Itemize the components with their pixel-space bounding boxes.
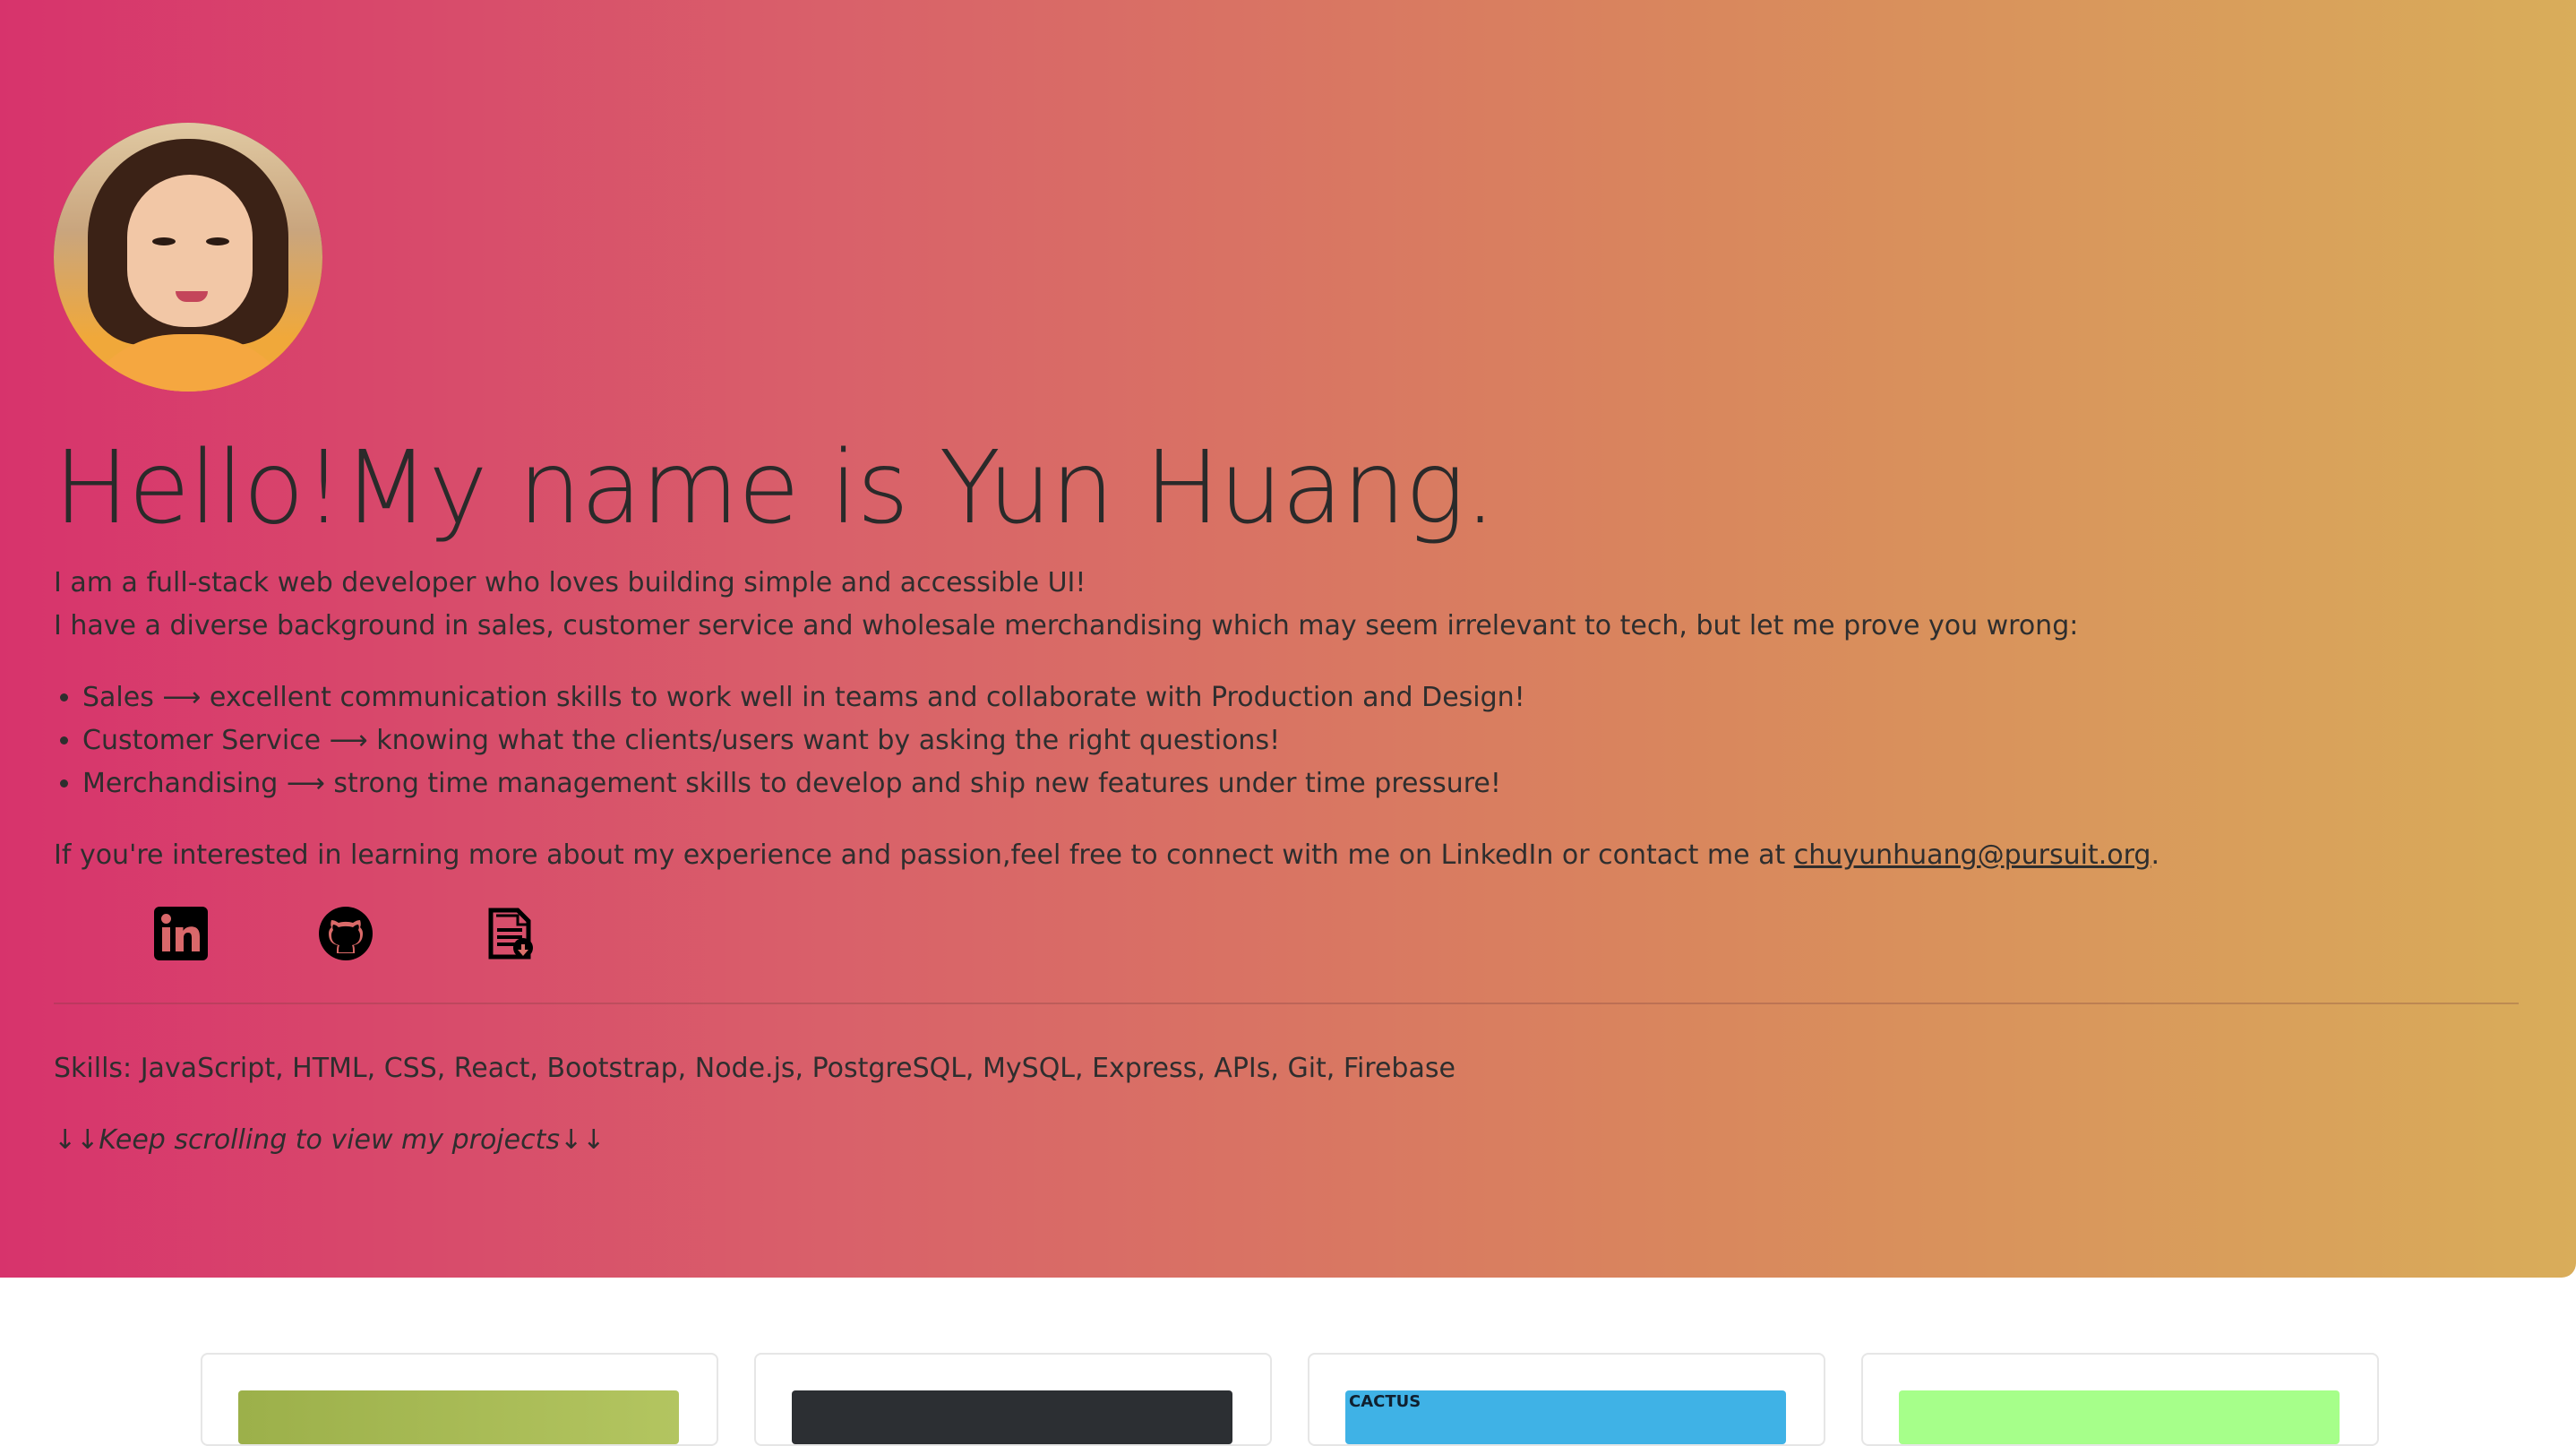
project-thumbnail <box>792 1390 1232 1444</box>
github-icon[interactable] <box>317 905 374 962</box>
intro-line-1: I am a full-stack web developer who love… <box>54 567 1086 598</box>
resume-icon[interactable] <box>482 905 539 962</box>
scroll-hint: ↓↓Keep scrolling to view my projects↓↓ <box>54 1124 605 1156</box>
list-item: Merchandising ⟶ strong time management s… <box>82 762 1525 805</box>
email-link[interactable]: chuyunhuang@pursuit.org <box>1794 839 2151 871</box>
project-thumbnail <box>1899 1390 2340 1444</box>
section-divider <box>54 1003 2519 1004</box>
project-card[interactable]: CACTUS <box>1308 1353 1825 1446</box>
contact-text: If you're interested in learning more ab… <box>54 834 2160 877</box>
list-item: Customer Service ⟶ knowing what the clie… <box>82 719 1525 762</box>
project-card[interactable] <box>201 1353 718 1446</box>
social-links <box>152 905 539 962</box>
project-thumbnail <box>238 1390 679 1444</box>
linkedin-icon[interactable] <box>152 905 210 962</box>
strengths-list: Sales ⟶ excellent communication skills t… <box>54 676 1525 805</box>
contact-prefix: If you're interested in learning more ab… <box>54 839 1794 871</box>
skills-text: Skills: JavaScript, HTML, CSS, React, Bo… <box>54 1053 1455 1084</box>
project-card[interactable] <box>1861 1353 2379 1446</box>
intro-line-2: I have a diverse background in sales, cu… <box>54 610 2079 641</box>
project-thumbnail-text: CACTUS <box>1349 1392 1421 1411</box>
project-card[interactable] <box>754 1353 1272 1446</box>
contact-suffix: . <box>2151 839 2160 871</box>
projects-grid: CACTUS <box>201 1353 2379 1446</box>
profile-photo <box>54 123 322 392</box>
list-item: Sales ⟶ excellent communication skills t… <box>82 676 1525 719</box>
page-title: Hello!My name is Yun Huang. <box>54 430 1496 547</box>
hero-section: Hello!My name is Yun Huang. I am a full-… <box>0 0 2576 1278</box>
